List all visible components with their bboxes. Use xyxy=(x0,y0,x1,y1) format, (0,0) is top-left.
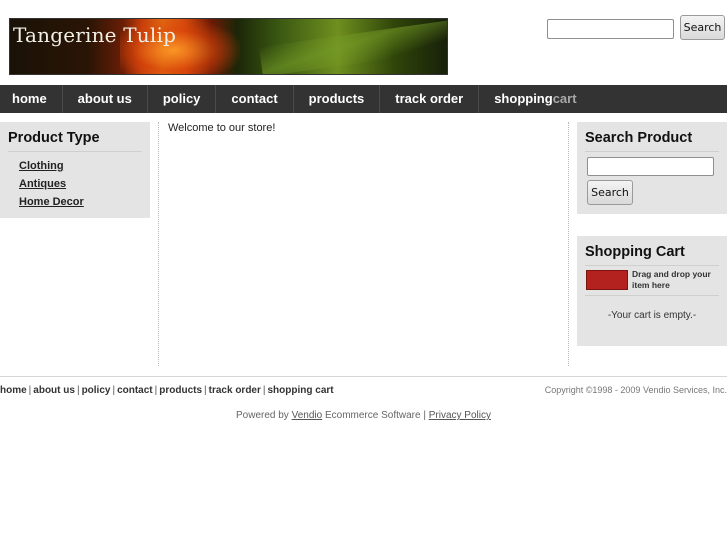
shopping-cart-heading: Shopping Cart xyxy=(585,244,685,260)
left-column-divider xyxy=(158,122,159,366)
footer-link-products[interactable]: products xyxy=(159,385,202,396)
divider xyxy=(585,265,719,266)
top-search-input[interactable] xyxy=(547,19,674,39)
vendio-link[interactable]: Vendio xyxy=(292,410,323,421)
nav-cart-label-b: cart xyxy=(552,91,577,106)
right-column-divider xyxy=(568,122,569,366)
footer-link-shopping-cart[interactable]: shopping cart xyxy=(268,385,334,396)
nav-contact[interactable]: contact xyxy=(216,85,294,113)
product-search-input[interactable] xyxy=(587,157,714,176)
category-clothing[interactable]: Clothing xyxy=(19,157,150,175)
privacy-policy-link[interactable]: Privacy Policy xyxy=(429,410,491,421)
footer-link-contact[interactable]: contact xyxy=(117,385,153,396)
footer-sep: | xyxy=(204,385,207,396)
footer-link-track-order[interactable]: track order xyxy=(209,385,261,396)
welcome-message: Welcome to our store! xyxy=(168,122,276,134)
product-type-panel: Product Type Clothing Antiques Home Deco… xyxy=(0,122,150,218)
nav-cart-label-a: shopping xyxy=(494,91,553,106)
leaf-image xyxy=(258,19,447,74)
main-nav: home about us policy contact products tr… xyxy=(0,85,727,113)
header: Tangerine Tulip Search xyxy=(0,0,727,84)
top-search-button[interactable]: Search xyxy=(680,15,725,40)
footer-sep: | xyxy=(76,385,80,396)
category-antiques[interactable]: Antiques xyxy=(19,175,150,193)
store-name: Tangerine Tulip xyxy=(13,23,177,47)
shopping-cart-panel: Shopping Cart Drag and drop your item he… xyxy=(577,236,727,346)
footer-divider xyxy=(0,376,727,377)
store-banner[interactable]: Tangerine Tulip xyxy=(9,18,448,75)
nav-policy[interactable]: policy xyxy=(148,85,217,113)
category-list: Clothing Antiques Home Decor xyxy=(0,152,150,211)
product-type-heading: Product Type xyxy=(8,130,100,146)
powered-sep: | xyxy=(423,410,426,421)
nav-about-us[interactable]: about us xyxy=(63,85,148,113)
nav-home[interactable]: home xyxy=(0,85,63,113)
powered-by-line: Powered by Vendio Ecommerce Software | P… xyxy=(0,410,727,421)
nav-track-order[interactable]: track order xyxy=(380,85,480,113)
footer-sep: | xyxy=(262,385,266,396)
nav-shopping-cart[interactable]: shoppingcart xyxy=(479,85,591,113)
powered-prefix: Powered by xyxy=(236,410,289,421)
cart-drop-hint: Drag and drop your item here xyxy=(632,269,711,290)
footer-link-about-us[interactable]: about us xyxy=(33,385,75,396)
search-product-heading: Search Product xyxy=(585,130,693,146)
search-product-panel: Search Product Search xyxy=(577,122,727,214)
footer-link-policy[interactable]: policy xyxy=(82,385,111,396)
footer-nav: home | about us | policy | contact | products | tr… xyxy=(0,385,334,396)
divider xyxy=(585,295,719,296)
powered-middle: Ecommerce Software xyxy=(324,410,421,421)
category-home-decor[interactable]: Home Decor xyxy=(19,193,150,211)
product-search-button[interactable]: Search xyxy=(587,180,633,205)
footer-link-home[interactable]: home xyxy=(0,385,27,396)
copyright-text: Copyright ©1998 - 2009 Vendio Services, … xyxy=(544,385,727,395)
nav-products[interactable]: products xyxy=(294,85,381,113)
cart-empty-message: -Your cart is empty.- xyxy=(607,310,697,321)
cart-drop-icon[interactable] xyxy=(586,270,628,290)
divider xyxy=(585,151,719,152)
